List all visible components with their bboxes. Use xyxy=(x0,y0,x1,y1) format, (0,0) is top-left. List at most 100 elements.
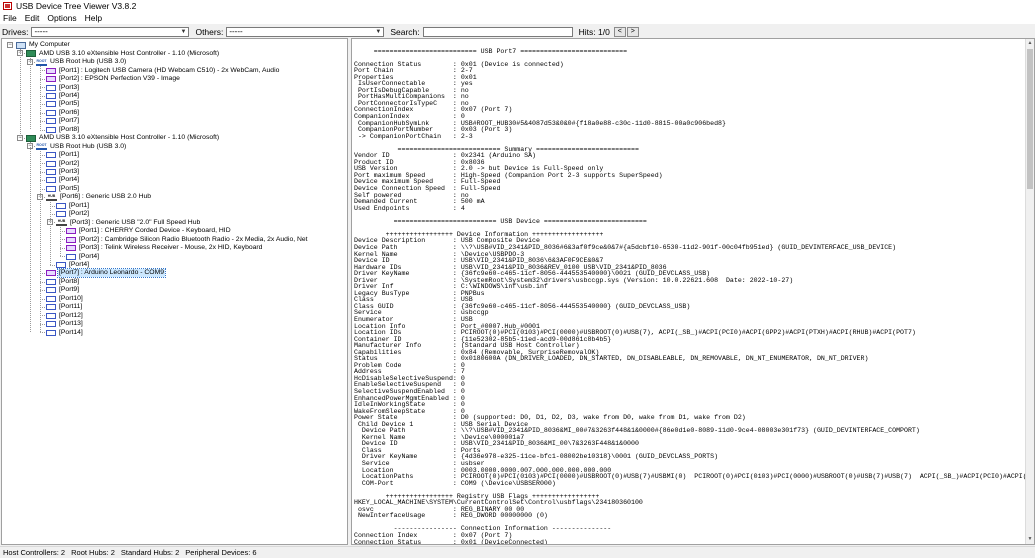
tree-node[interactable]: [Port1] : Logitech USB Camera (HD Webcam… xyxy=(46,66,280,75)
tree-node[interactable]: [Port11] xyxy=(46,303,83,312)
tree-node[interactable]: [Port2] xyxy=(56,210,90,219)
tree-node-label: [Port1] xyxy=(59,151,80,159)
tree-node[interactable]: [Port1] : CHERRY Corded Device - Keyboar… xyxy=(66,227,232,236)
tree-node[interactable]: AMD USB 3.10 eXtensible Host Controller … xyxy=(26,49,220,58)
port-device-icon xyxy=(46,270,56,277)
tree-guide-line xyxy=(60,226,61,257)
port-device-icon xyxy=(66,245,76,252)
tree-node-label: [Port3] xyxy=(59,168,80,175)
tree-node[interactable]: [Port5] xyxy=(46,185,80,194)
device-details-panel[interactable]: ​ ========================== USB Port7 =… xyxy=(351,38,1035,545)
next-hit-button[interactable]: > xyxy=(626,26,639,37)
tree-node[interactable]: [Port4] xyxy=(46,92,80,101)
tree-node-label: [Port1] : Logitech USB Camera (HD Webcam… xyxy=(59,66,280,74)
tree-node[interactable]: [Port6] xyxy=(46,109,80,118)
tree-node-label: [Port4] xyxy=(69,260,90,268)
previous-hit-button[interactable]: < xyxy=(613,26,626,37)
tree-node[interactable]: [Port13] xyxy=(46,320,84,329)
tree-connector-line xyxy=(40,332,45,334)
port-icon xyxy=(46,84,56,91)
port-icon xyxy=(46,177,56,184)
tree-guide-line xyxy=(40,150,41,333)
menu-help[interactable]: Help xyxy=(85,13,102,23)
tree-node[interactable]: [Port10] xyxy=(46,295,84,304)
drives-value: ----- xyxy=(34,27,48,36)
hub-icon: HUB xyxy=(46,193,57,201)
tree-node[interactable]: [Port1] xyxy=(46,151,80,160)
tree-node[interactable]: [Port8] xyxy=(46,126,80,135)
tree-node-label: [Port2] xyxy=(69,210,90,218)
tree-node[interactable]: ROOT USB Root Hub (USB 3.0) xyxy=(36,58,127,67)
tree-expander-icon[interactable]: − xyxy=(7,42,13,48)
tree-node-label: [Port7] : Arduino Leonardo - COM9 xyxy=(56,268,167,279)
others-dropdown[interactable]: ----- ▼ xyxy=(226,26,385,37)
window-title: USB Device Tree Viewer V3.8.2 xyxy=(16,1,137,11)
tree-node[interactable]: [Port3] xyxy=(46,168,80,177)
tree-guide-line xyxy=(20,49,21,138)
tree-node[interactable]: [Port2] xyxy=(46,159,80,168)
tree-node-label: [Port4] xyxy=(59,176,80,184)
tree-node[interactable]: ROOT USB Root Hub (USB 3.0) xyxy=(36,142,127,151)
tree-node[interactable]: HUB [Port6] : Generic USB 2.0 Hub xyxy=(46,193,152,202)
tree-node[interactable]: [Port12] xyxy=(46,311,84,320)
tree-node-label: [Port6] xyxy=(59,108,80,116)
others-label: Others: xyxy=(195,26,224,37)
tree-node-label: My Computer xyxy=(29,41,70,49)
port-icon xyxy=(46,169,56,175)
tree-node[interactable]: [Port2] : Cambridge Silicon Radio Blueto… xyxy=(66,235,309,244)
port-icon xyxy=(46,278,56,285)
port-icon xyxy=(46,92,56,99)
computer-icon xyxy=(16,41,26,49)
tree-node[interactable]: [Port7] xyxy=(46,117,80,126)
port-icon xyxy=(46,304,56,311)
drives-dropdown[interactable]: ----- ▼ xyxy=(31,26,190,37)
tree-node[interactable]: [Port8] xyxy=(46,278,80,287)
chevron-down-icon: ▼ xyxy=(375,28,382,35)
tree-node-label: AMD USB 3.10 eXtensible Host Controller … xyxy=(39,49,220,57)
scrollbar-thumb[interactable] xyxy=(1027,49,1033,189)
detail-line: Connection Status : 0x01 (DeviceConnecte… xyxy=(354,538,548,545)
tree-node[interactable]: [Port4] xyxy=(56,261,90,270)
port-icon xyxy=(56,202,66,209)
search-label: Search: xyxy=(390,26,420,37)
tree-node[interactable]: [Port4] xyxy=(66,252,100,261)
port-icon xyxy=(46,118,56,125)
tree-node[interactable]: HUB [Port3] : Generic USB "2.0" Full Spee… xyxy=(56,218,201,227)
tree-node[interactable]: [Port3] : Telink Wireless Receiver - Mou… xyxy=(66,244,263,253)
hits-counter: Hits: 1/0 xyxy=(578,26,610,37)
tree-node[interactable]: [Port4] xyxy=(46,176,80,185)
menu-file[interactable]: File xyxy=(3,13,17,23)
port-device-icon xyxy=(66,228,76,235)
device-tree[interactable]: − My Computer − AMD USB 3.10 eXtensible Hos… xyxy=(1,38,348,545)
scroll-down-icon[interactable]: ▼ xyxy=(1026,535,1034,544)
tree-node-label: [Port10] xyxy=(59,294,83,302)
tree-node-label: [Port2] : Cambridge Silicon Radio Blueto… xyxy=(79,235,308,243)
details-text: ​ ========================== USB Port7 =… xyxy=(354,42,1034,545)
port-icon xyxy=(46,126,56,133)
tree-node-label: AMD USB 3.10 eXtensible Host Controller … xyxy=(39,134,220,142)
tree-node[interactable]: [Port14] xyxy=(46,328,84,337)
tree-node[interactable]: [Port5] xyxy=(46,100,80,109)
menu-edit[interactable]: Edit xyxy=(25,13,40,23)
tree-node[interactable]: AMD USB 3.10 eXtensible Host Controller … xyxy=(26,134,220,143)
tree-connector-line xyxy=(50,264,55,266)
tree-node[interactable]: [Port1] xyxy=(56,202,90,211)
tree-connector-line xyxy=(60,256,65,258)
search-input[interactable] xyxy=(422,26,573,37)
details-vertical-scrollbar[interactable]: ▲ ▼ xyxy=(1025,39,1034,544)
scroll-up-icon[interactable]: ▲ xyxy=(1026,39,1034,48)
tree-node[interactable]: My Computer xyxy=(16,41,71,50)
port-icon xyxy=(46,321,56,328)
menu-options[interactable]: Options xyxy=(47,13,76,23)
status-peripheral-devices: Peripheral Devices: 6 xyxy=(185,548,257,557)
roothub-icon: ROOT xyxy=(36,143,47,151)
tree-node[interactable]: [Port2] : EPSON Perfection V39 - Image xyxy=(46,75,181,84)
tree-node[interactable]: [Port9] xyxy=(46,286,80,295)
tree-node-label: [Port4] xyxy=(79,252,100,260)
port-icon xyxy=(46,109,56,116)
tree-node-label: [Port4] xyxy=(59,91,80,99)
tree-node-label: [Port6] : Generic USB 2.0 Hub xyxy=(60,193,152,201)
tree-node[interactable]: [Port7] : Arduino Leonardo - COM9 xyxy=(46,268,167,279)
tree-node[interactable]: [Port3] xyxy=(46,83,80,92)
port-device-icon xyxy=(46,76,56,83)
